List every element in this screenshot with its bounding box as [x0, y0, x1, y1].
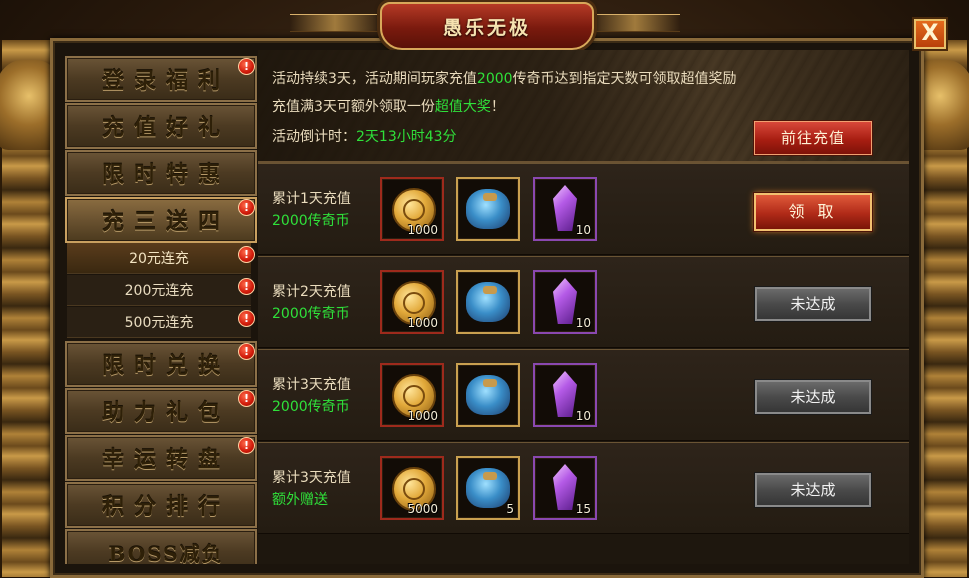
- purple-crystal-icon: [553, 185, 577, 231]
- item-count: 10: [575, 316, 591, 330]
- description-text: 传奇币达到指定天数可领取超值奖励: [512, 71, 737, 87]
- item-count: 15: [575, 502, 591, 516]
- countdown: 活动倒计时：2天13小时43分: [272, 126, 457, 146]
- reward-slot[interactable]: 10: [533, 363, 597, 427]
- notification-badge-icon: !: [238, 58, 255, 75]
- reward-condition: 累计3天充值: [272, 377, 351, 393]
- treasure-bag-icon: [466, 468, 510, 508]
- reward-amount: 额外赠送: [272, 492, 328, 508]
- sidebar-item-recharge-three-get-four[interactable]: 充三送四: [65, 197, 257, 243]
- notification-badge-icon: !: [238, 278, 255, 295]
- window-title-plaque: 愚乐无极: [380, 2, 594, 50]
- subtab-200-yuan[interactable]: 200元连充: [67, 275, 251, 306]
- item-count: 1000: [407, 223, 438, 237]
- sidebar-item-lucky-wheel[interactable]: 幸运转盘: [65, 435, 257, 481]
- sidebar-item-points-ranking[interactable]: 积分排行: [65, 482, 257, 528]
- grand-prize-highlight: 超值大奖: [434, 99, 491, 115]
- reward-row: 累计3天充值 额外赠送 5000 5 15 未达成: [258, 442, 909, 534]
- item-count: 1000: [407, 409, 438, 423]
- reward-slot[interactable]: [456, 363, 520, 427]
- notification-badge-icon: !: [238, 246, 255, 263]
- reward-amount: 2000传奇币: [272, 399, 350, 415]
- sidebar-item-label: 限时特惠: [101, 162, 230, 188]
- purple-crystal-icon: [553, 278, 577, 324]
- window-title: 愚乐无极: [442, 16, 531, 39]
- title-left-ornament: [290, 14, 380, 32]
- notification-badge-icon: !: [238, 199, 255, 216]
- content-panel: 活动持续3天，活动期间玩家充值2000传奇币达到指定天数可领取超值奖励 充值满3…: [258, 50, 909, 564]
- sidebar-item-recharge-gift[interactable]: 充值好礼: [65, 103, 257, 149]
- subtab-500-yuan[interactable]: 500元连充: [67, 307, 251, 338]
- purple-crystal-icon: [553, 464, 577, 510]
- treasure-bag-icon: [466, 189, 510, 229]
- item-count: 5: [506, 502, 514, 516]
- reward-condition: 累计3天充值: [272, 470, 351, 486]
- treasure-bag-icon: [466, 375, 510, 415]
- notification-badge-icon: !: [238, 310, 255, 327]
- subtab-20-yuan[interactable]: 20元连充: [67, 243, 251, 274]
- purple-crystal-icon: [553, 371, 577, 417]
- reward-row: 累计2天充值 2000传奇币 1000 10 未达成: [258, 256, 909, 348]
- claim-button[interactable]: 领 取: [754, 193, 872, 231]
- not-achieved-button[interactable]: 未达成: [755, 287, 871, 321]
- sidebar-item-label: 限时兑换: [101, 353, 230, 379]
- sidebar-item-label: 登录福利: [101, 68, 230, 94]
- sidebar-item-label: BOSS减负: [108, 541, 224, 565]
- reward-slot[interactable]: [456, 177, 520, 241]
- sidebar-item-login-bonus[interactable]: 登录福利: [65, 56, 257, 102]
- reward-slot[interactable]: 15: [533, 456, 597, 520]
- subtab-label: 500元连充: [124, 315, 194, 331]
- countdown-label: 活动倒计时：: [272, 129, 356, 145]
- event-banner: 活动持续3天，活动期间玩家充值2000传奇币达到指定天数可领取超值奖励 充值满3…: [258, 50, 909, 163]
- reward-condition: 累计1天充值: [272, 191, 351, 207]
- reward-slot[interactable]: 10: [533, 177, 597, 241]
- reward-slot[interactable]: 5: [456, 456, 520, 520]
- title-right-ornament: [590, 14, 680, 32]
- notification-badge-icon: !: [238, 390, 255, 407]
- description-text: ！: [490, 99, 505, 115]
- event-description-line1: 活动持续3天，活动期间玩家充值2000传奇币达到指定天数可领取超值奖励: [272, 68, 737, 88]
- item-count: 1000: [407, 316, 438, 330]
- sidebar-item-label: 充值好礼: [101, 115, 230, 141]
- item-count: 10: [575, 223, 591, 237]
- description-text: 充值满3天可额外领取一份: [272, 99, 435, 115]
- subtab-label: 20元连充: [129, 251, 189, 267]
- treasure-bag-icon: [466, 282, 510, 322]
- reward-row: 累计1天充值 2000传奇币 1000 10 领 取: [258, 163, 909, 255]
- sidebar-item-limited-offer[interactable]: 限时特惠: [65, 150, 257, 196]
- subtab-label: 200元连充: [124, 283, 194, 299]
- sidebar-item-label: 充三送四: [101, 209, 230, 235]
- sidebar-item-label: 助力礼包: [101, 400, 230, 426]
- reward-slot[interactable]: 1000: [380, 177, 444, 241]
- description-text: 活动持续3天，活动期间玩家充值: [272, 71, 477, 87]
- reward-slot[interactable]: 10: [533, 270, 597, 334]
- notification-badge-icon: !: [238, 343, 255, 360]
- sidebar-item-boost-pack[interactable]: 助力礼包: [65, 388, 257, 434]
- sidebar-item-boss-reduction[interactable]: BOSS减负: [65, 529, 257, 564]
- sidebar-item-label: 积分排行: [101, 494, 230, 520]
- reward-amount: 2000传奇币: [272, 306, 350, 322]
- reward-row: 累计3天充值 2000传奇币 1000 10 未达成: [258, 349, 909, 441]
- sidebar-item-limited-exchange[interactable]: 限时兑换: [65, 341, 257, 387]
- sidebar: 登录福利 充值好礼 限时特惠 充三送四 20元连充 200元连充 500元连充 …: [61, 50, 257, 564]
- reward-amount: 2000传奇币: [272, 213, 350, 229]
- go-recharge-button[interactable]: 前往充值: [754, 121, 872, 155]
- not-achieved-button[interactable]: 未达成: [755, 380, 871, 414]
- countdown-value: 2天13小时43分: [356, 129, 457, 145]
- reward-slot[interactable]: 1000: [380, 363, 444, 427]
- reward-slot[interactable]: 5000: [380, 456, 444, 520]
- sidebar-item-label: 幸运转盘: [101, 447, 230, 473]
- item-count: 5000: [407, 502, 438, 516]
- event-description-line2: 充值满3天可额外领取一份超值大奖！: [272, 96, 505, 116]
- reward-slot[interactable]: [456, 270, 520, 334]
- amount-highlight: 2000: [476, 71, 513, 87]
- reward-condition: 累计2天充值: [272, 284, 351, 300]
- not-achieved-button[interactable]: 未达成: [755, 473, 871, 507]
- notification-badge-icon: !: [238, 437, 255, 454]
- item-count: 10: [575, 409, 591, 423]
- reward-slot[interactable]: 1000: [380, 270, 444, 334]
- close-button[interactable]: X: [914, 19, 946, 49]
